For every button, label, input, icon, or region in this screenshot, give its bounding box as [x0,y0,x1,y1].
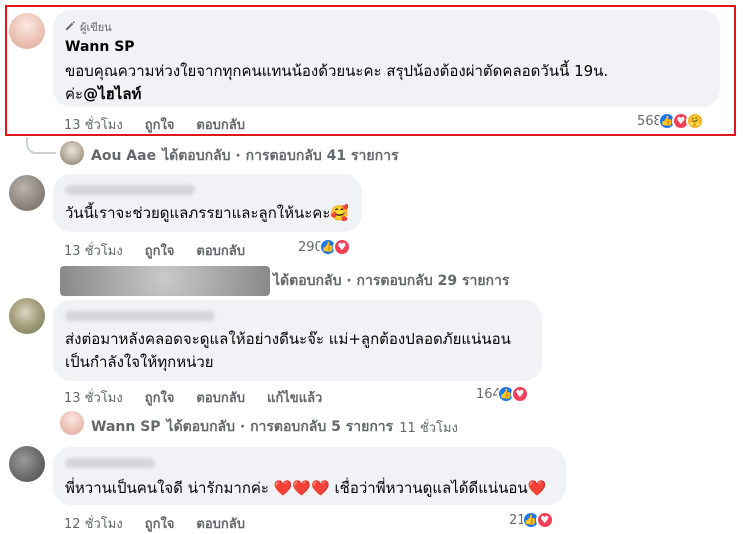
comment-time[interactable]: 13 ชั่วโมง [64,387,123,408]
reply-button[interactable]: ตอบกลับ [196,240,245,261]
like-button[interactable]: ถูกใจ [145,513,175,534]
comment-author-name[interactable] [65,185,195,195]
comment-bubble: วันนี้เราจะช่วยดูแลภรรยาและลูกให้นะคะ🥰 [53,174,362,232]
reply-button[interactable]: ตอบกลับ [196,387,245,408]
comment-text-line2: เป็นกำลังใจให้ทุกหน่วย [65,353,214,371]
comment-actions: 12 ชั่วโมง ถูกใจ ตอบกลับ [64,513,245,534]
reply-thread-link[interactable]: Wann SP ได้ตอบกลับ · การตอบกลับ 5 รายการ… [91,416,458,438]
highlight-box [5,5,736,136]
love-reaction-icon: ♥ [510,385,529,403]
comment-text: วันนี้เราจะช่วยดูแลภรรยาและลูกให้นะคะ🥰 [65,204,350,222]
reaction-summary[interactable]: 21 👍 ♥ [509,511,554,529]
comment-actions: 13 ชั่วโมง ถูกใจ ตอบกลับ แก้ไขแล้ว [64,387,322,408]
reply-thread-connector-icon [26,137,56,154]
edited-label[interactable]: แก้ไขแล้ว [267,387,322,408]
reply-thread-link[interactable]: Aou Aae ได้ตอบกลับ · การตอบกลับ 41 รายกา… [91,145,398,167]
avatar[interactable] [60,266,270,296]
avatar[interactable] [60,411,84,435]
comment-author-name[interactable] [65,458,155,468]
like-button[interactable]: ถูกใจ [145,387,175,408]
comment-text: พี่หวานเป็นคนใจดี น่ารักมากค่ะ ❤️❤️❤️ เช… [65,479,547,497]
avatar[interactable] [9,446,45,482]
comment-author-name[interactable] [65,311,215,321]
reply-button[interactable]: ตอบกลับ [196,513,245,534]
love-reaction-icon: ♥ [535,511,554,529]
reaction-summary[interactable]: 164 👍 ♥ [476,385,529,403]
comment-actions: 13 ชั่วโมง ถูกใจ ตอบกลับ [64,240,245,261]
like-button[interactable]: ถูกใจ [145,240,175,261]
comment-time[interactable]: 13 ชั่วโมง [64,240,123,261]
comment-time[interactable]: 12 ชั่วโมง [64,513,123,534]
comment-bubble: ส่งต่อมาหลังคลอดจะดูแลให้อย่างดีนะจ๊ะ แม… [53,300,542,381]
love-reaction-icon: ♥ [332,238,351,256]
avatar[interactable] [9,175,45,211]
avatar[interactable] [9,298,45,334]
avatar[interactable] [60,141,84,165]
comment-bubble: พี่หวานเป็นคนใจดี น่ารักมากค่ะ ❤️❤️❤️ เช… [53,447,566,505]
comment-text: ส่งต่อมาหลังคลอดจะดูแลให้อย่างดีนะจ๊ะ แม… [65,330,511,348]
reaction-summary[interactable]: 290 👍 ♥ [298,238,351,256]
reply-thread-link[interactable]: ได้ตอบกลับ · การตอบกลับ 29 รายการ [273,270,509,292]
